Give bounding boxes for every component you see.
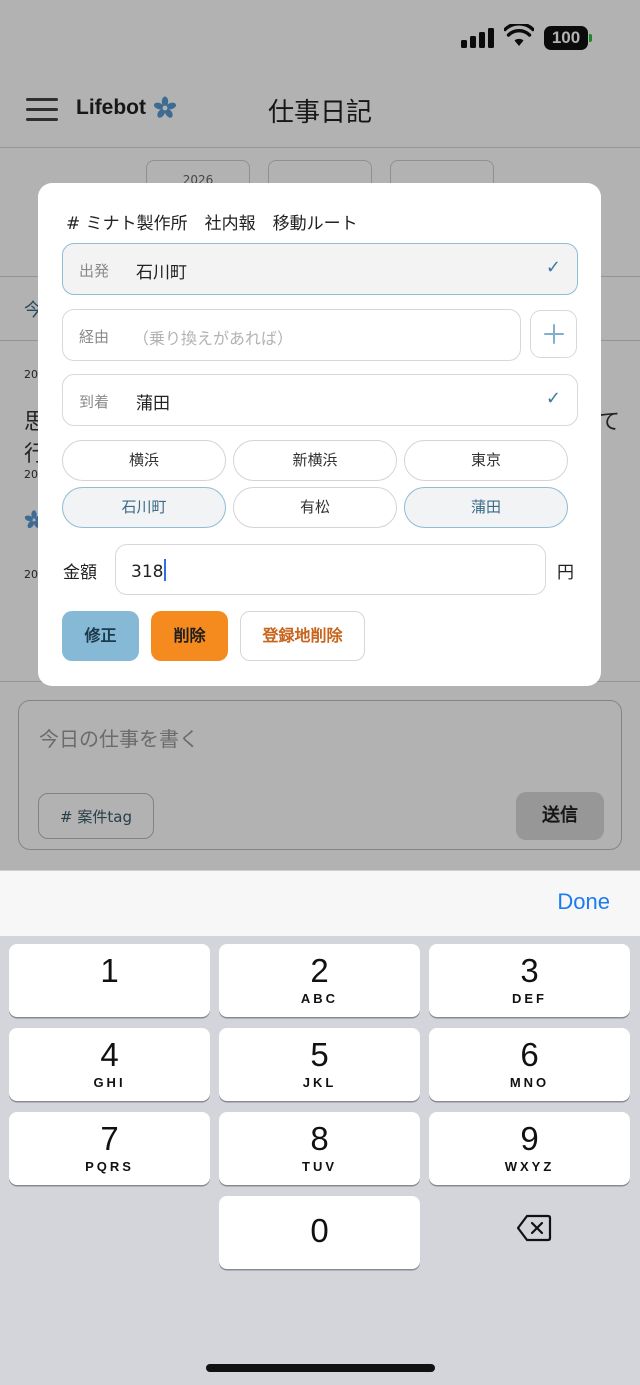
delete-registered-button[interactable]: 登録地削除 [240, 611, 365, 661]
home-indicator [206, 1364, 435, 1372]
key-letters: TUV [302, 1159, 337, 1174]
key-digit: 1 [100, 952, 119, 989]
modal-title: # ミナト製作所 社内報 移動ルート [66, 214, 358, 234]
key-digit: 2 [310, 952, 329, 989]
key-6[interactable]: 6 MNO [429, 1028, 630, 1101]
key-5[interactable]: 5 JKL [219, 1028, 420, 1101]
departure-field[interactable]: 出発 石川町 ✓ [62, 243, 578, 295]
route-modal: # ミナト製作所 社内報 移動ルート 出発 石川町 ✓ 経由 （乗り換えがあれば… [38, 183, 601, 686]
via-field[interactable]: 経由 （乗り換えがあれば） [62, 309, 521, 361]
key-letters: MNO [509, 1075, 550, 1090]
key-digit: 6 [520, 1036, 539, 1073]
station-chip-selected[interactable]: 石川町 [62, 487, 226, 528]
key-1[interactable]: 1 [9, 944, 210, 1017]
station-chip[interactable]: 新横浜 [233, 440, 397, 481]
amount-input[interactable]: 318 [115, 544, 546, 595]
currency-unit: 円 [557, 563, 574, 583]
keyboard-accessory-bar: Done [0, 870, 640, 936]
key-3[interactable]: 3 DEF [429, 944, 630, 1017]
key-digit: 4 [100, 1036, 119, 1073]
key-digit: 9 [520, 1120, 539, 1157]
key-digit: 0 [310, 1212, 329, 1249]
edit-button[interactable]: 修正 [62, 611, 139, 661]
key-digit: 5 [310, 1036, 329, 1073]
amount-value: 318 [131, 559, 167, 582]
station-chip[interactable]: 横浜 [62, 440, 226, 481]
amount-label: 金額 [63, 563, 97, 583]
arrival-field[interactable]: 到着 蒲田 ✓ [62, 374, 578, 426]
key-letters: PQRS [85, 1159, 134, 1174]
key-digit: 7 [100, 1120, 119, 1157]
arrival-label: 到着 [79, 393, 110, 411]
text-caret [164, 559, 167, 581]
station-chip-selected[interactable]: 蒲田 [404, 487, 568, 528]
key-0[interactable]: 0 [219, 1196, 420, 1269]
key-9[interactable]: 9 WXYZ [429, 1112, 630, 1185]
delete-button[interactable]: 削除 [151, 611, 228, 661]
backspace-icon[interactable] [516, 1214, 552, 1242]
checkmark-icon: ✓ [545, 388, 561, 409]
done-button[interactable]: Done [557, 889, 610, 915]
key-letters: WXYZ [504, 1159, 555, 1174]
key-4[interactable]: 4 GHI [9, 1028, 210, 1101]
arrival-value: 蒲田 [136, 394, 170, 414]
via-placeholder: （乗り換えがあれば） [133, 329, 294, 348]
via-label: 経由 [79, 328, 110, 346]
key-7[interactable]: 7 PQRS [9, 1112, 210, 1185]
checkmark-icon: ✓ [545, 257, 561, 278]
station-chip[interactable]: 有松 [233, 487, 397, 528]
station-chip[interactable]: 東京 [404, 440, 568, 481]
key-2[interactable]: 2 ABC [219, 944, 420, 1017]
key-letters: DEF [512, 991, 547, 1006]
departure-value: 石川町 [136, 263, 187, 283]
key-digit: 8 [310, 1120, 329, 1157]
key-letters: GHI [93, 1075, 126, 1090]
add-via-button[interactable] [530, 310, 577, 358]
key-digit: 3 [520, 952, 539, 989]
departure-label: 出発 [79, 262, 110, 280]
key-letters: ABC [300, 991, 339, 1006]
key-letters: JKL [302, 1075, 337, 1090]
key-8[interactable]: 8 TUV [219, 1112, 420, 1185]
